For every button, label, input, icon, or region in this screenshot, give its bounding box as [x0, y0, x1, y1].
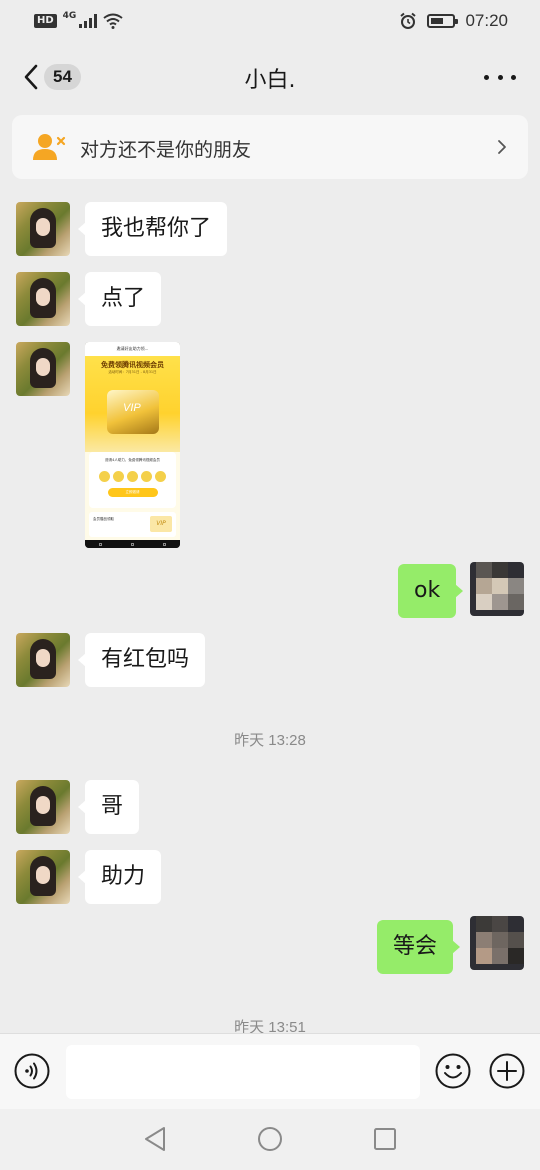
- message-input[interactable]: [66, 1045, 420, 1099]
- contact-avatar[interactable]: [16, 202, 70, 256]
- battery-icon: [427, 14, 459, 28]
- contact-avatar[interactable]: [16, 850, 70, 904]
- image-message[interactable]: 邀请好友助力领... 免费领腾讯视频会员 活动时间：7月31日 - 8月31日 …: [85, 342, 180, 548]
- thumbnail-banner: 免费领腾讯视频会员 活动时间：7月31日 - 8月31日 VIP: [85, 356, 180, 452]
- status-bar: HD 4G 07:20: [0, 0, 540, 44]
- thumbnail-footer-vip: VIP: [150, 516, 172, 532]
- message-bubble[interactable]: 助力: [77, 850, 162, 904]
- chat-input-bar: [0, 1033, 540, 1109]
- emoji-icon[interactable]: [435, 1053, 471, 1089]
- contact-avatar[interactable]: [16, 342, 70, 396]
- network-type: 4G: [62, 11, 77, 21]
- vip-card-graphic: VIP: [107, 390, 159, 434]
- thumbnail-topbar: 邀请好友助力领...: [85, 342, 180, 356]
- thumbnail-subline: 活动时间：7月31日 - 8月31日: [108, 370, 157, 374]
- user-not-friend-icon: [33, 134, 66, 160]
- alarm-icon: [400, 12, 417, 29]
- helper-avatars: [89, 471, 176, 482]
- signal-icon: [79, 14, 98, 28]
- timestamp: 昨天 13:28: [234, 732, 306, 749]
- chat-header: 54 小白.: [0, 44, 540, 110]
- message-bubble-self[interactable]: 等会: [377, 920, 461, 974]
- thumbnail-navbar: [85, 540, 180, 548]
- voice-icon[interactable]: [14, 1053, 50, 1089]
- hd-indicator: HD: [34, 14, 57, 28]
- home-circle-icon[interactable]: [257, 1126, 283, 1152]
- recents-square-icon[interactable]: [373, 1126, 397, 1152]
- not-friend-banner[interactable]: 对方还不是你的朋友: [12, 115, 528, 179]
- contact-avatar[interactable]: [16, 272, 70, 326]
- wifi-icon: [103, 13, 123, 29]
- self-avatar[interactable]: [470, 562, 524, 616]
- vip-label: VIP: [123, 402, 141, 414]
- contact-avatar[interactable]: [16, 633, 70, 687]
- contact-avatar[interactable]: [16, 780, 70, 834]
- thumbnail-invite-button: 立即邀请: [107, 488, 158, 497]
- chat-title: 小白.: [244, 68, 296, 93]
- thumbnail-invite-card: 邀请4人助力，免费领腾讯视频会员 立即邀请: [89, 452, 176, 508]
- message-bubble[interactable]: 我也帮你了: [77, 202, 228, 256]
- message-bubble[interactable]: 哥: [77, 780, 140, 834]
- system-navigation-bar: [0, 1109, 540, 1170]
- message-bubble[interactable]: 有红包吗: [77, 633, 206, 687]
- chevron-right-icon: [498, 140, 506, 154]
- more-dots-icon[interactable]: [484, 64, 516, 90]
- thumbnail-footer-card: 会员赠品领取 VIP: [89, 512, 176, 537]
- thumbnail-card-text: 邀请4人助力，免费领腾讯视频会员: [105, 458, 160, 462]
- plus-icon[interactable]: [489, 1053, 525, 1089]
- message-bubble[interactable]: 点了: [77, 272, 162, 326]
- not-friend-text: 对方还不是你的朋友: [80, 139, 252, 161]
- message-bubble-self[interactable]: ok: [398, 564, 464, 618]
- thumbnail-headline: 免费领腾讯视频会员: [101, 361, 164, 369]
- clock: 07:20: [465, 11, 508, 30]
- back-triangle-icon[interactable]: [143, 1126, 167, 1152]
- self-avatar[interactable]: [470, 916, 524, 970]
- image-thumbnail: 邀请好友助力领... 免费领腾讯视频会员 活动时间：7月31日 - 8月31日 …: [85, 342, 180, 540]
